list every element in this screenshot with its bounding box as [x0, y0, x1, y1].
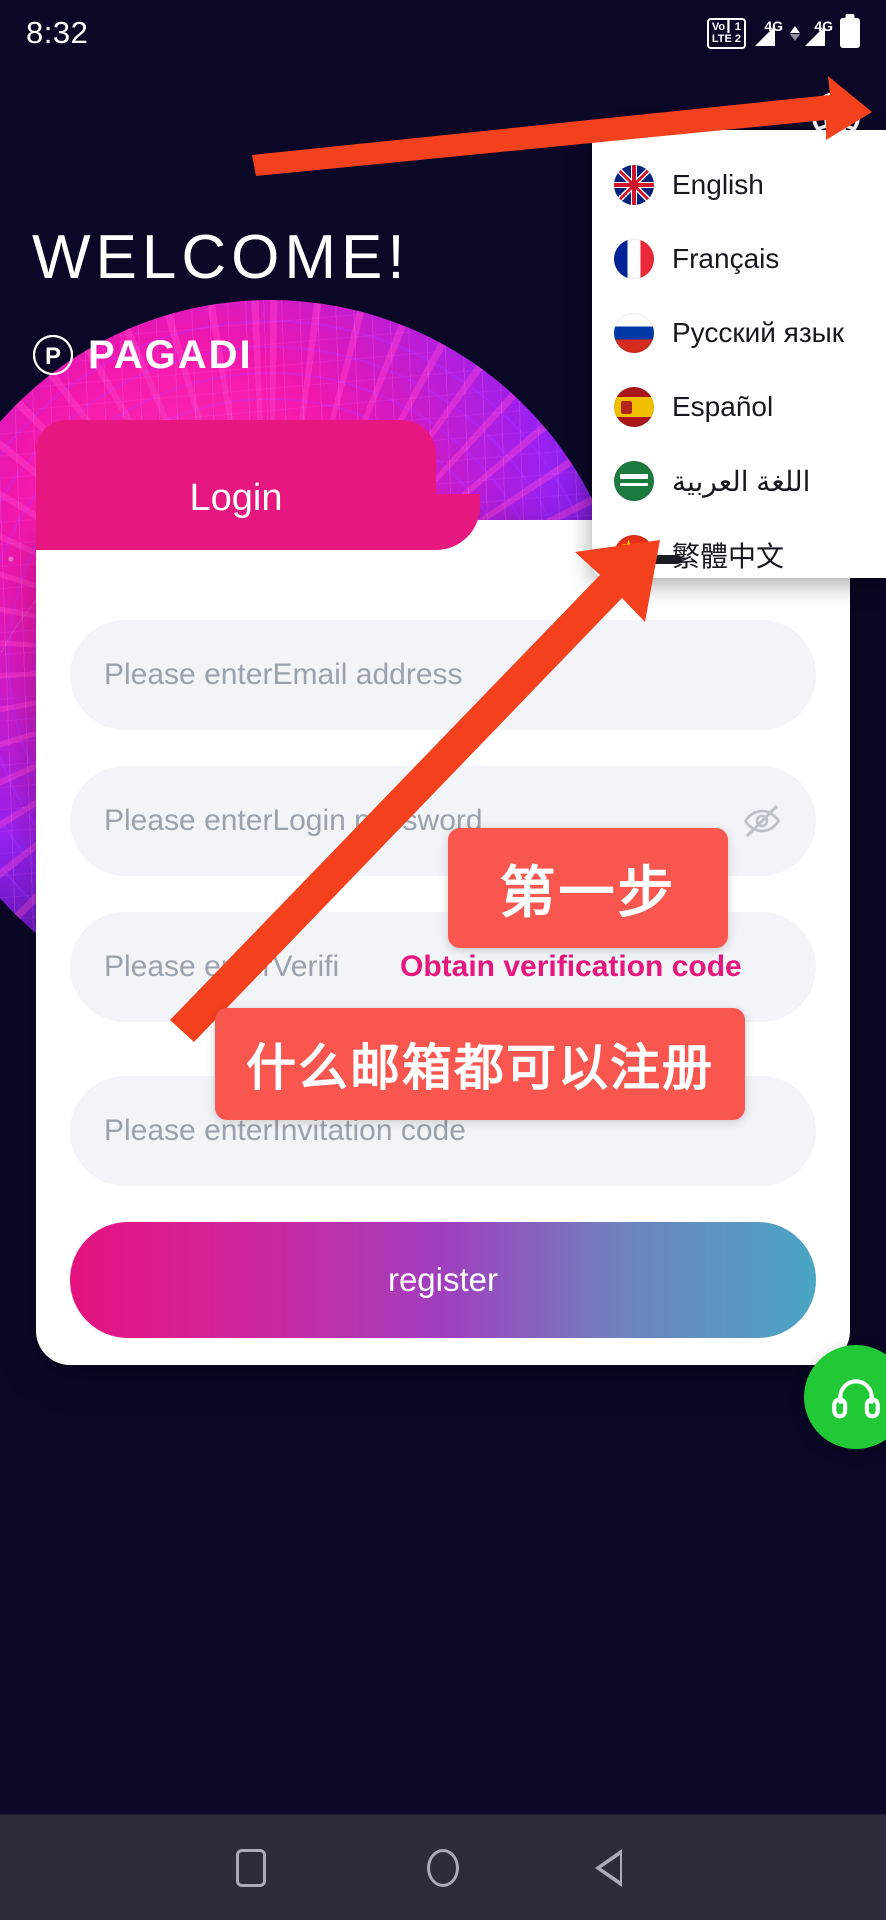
language-option-spanish[interactable]: Español [592, 370, 886, 444]
flag-spain-icon [614, 387, 654, 427]
obtain-verification-code-button[interactable]: Obtain verification code [400, 950, 742, 984]
email-field-placeholder: Please enterEmail address [104, 658, 463, 692]
email-field[interactable]: Please enterEmail address [70, 620, 816, 730]
auth-card: Login Please enterEmail address Please e… [36, 520, 850, 1365]
flag-france-icon [614, 239, 654, 279]
eye-off-icon[interactable] [742, 801, 782, 841]
flag-russia-icon [614, 313, 654, 353]
annotation-step-one: 第一步 [448, 828, 728, 948]
page-title: WELCOME! [32, 222, 410, 293]
password-field-placeholder: Please enterLogin password [104, 804, 483, 838]
pagadi-p-logo-icon: P [30, 332, 76, 378]
signal-strength-sim2-icon: 4G [805, 20, 831, 46]
language-option-arabic[interactable]: اللغة العربية [592, 444, 886, 518]
circle-home-icon[interactable] [422, 1847, 464, 1889]
status-bar-clock: 8:32 [26, 15, 88, 51]
language-option-russian[interactable]: Русский язык [592, 296, 886, 370]
language-option-french[interactable]: Français [592, 222, 886, 296]
language-option-label: Français [672, 243, 779, 275]
android-navigation-bar [0, 1815, 886, 1920]
status-bar: 8:32 Vo┃ 1 LTE 2 4G 4G [0, 0, 886, 66]
volte-dual-sim-icon: Vo┃ 1 LTE 2 [707, 18, 746, 49]
square-recents-icon[interactable] [230, 1847, 272, 1889]
register-form: Please enterEmail address Please enterLo… [36, 620, 850, 1338]
data-transfer-arrows-icon [790, 26, 800, 41]
flag-saudi-arabia-icon [614, 461, 654, 501]
status-bar-icons: Vo┃ 1 LTE 2 4G 4G [707, 18, 860, 49]
network-type-sim2: 4G [814, 18, 833, 34]
verification-code-placeholder: Please enterVerifi [104, 950, 339, 984]
signal-strength-sim1-icon: 4G [755, 20, 781, 46]
language-option-label: Español [672, 391, 773, 423]
brand-logo: P PAGADI [30, 332, 253, 378]
volte-line-2: LTE 2 [712, 34, 741, 45]
phone-screen: 8:32 Vo┃ 1 LTE 2 4G 4G [0, 0, 886, 1920]
language-option-english[interactable]: English [592, 148, 886, 222]
network-type-sim1: 4G [764, 18, 783, 34]
language-option-label: اللغة العربية [672, 465, 810, 498]
tab-login-label: Login [190, 477, 283, 520]
svg-text:P: P [45, 343, 61, 370]
language-option-label: English [672, 169, 764, 201]
dropdown-scroll-indicator[interactable] [614, 555, 682, 564]
language-option-label: Русский язык [672, 317, 844, 349]
register-button-label: register [388, 1261, 498, 1299]
annotation-email-note: 什么邮箱都可以注册 [215, 1008, 745, 1120]
flag-united-kingdom-icon [614, 165, 654, 205]
tab-login[interactable]: Login [36, 420, 436, 550]
language-option-label: 繁體中文 [672, 535, 784, 575]
triangle-back-icon[interactable] [614, 1847, 656, 1889]
battery-full-icon [840, 18, 860, 48]
register-button[interactable]: register [70, 1222, 816, 1338]
language-option-traditional-chinese[interactable]: 繁體中文 [592, 518, 886, 578]
language-dropdown[interactable]: English Français Русский язык Español ال… [592, 130, 886, 578]
volte-line-1: Vo┃ 1 [712, 22, 741, 33]
brand-name: PAGADI [88, 333, 253, 378]
